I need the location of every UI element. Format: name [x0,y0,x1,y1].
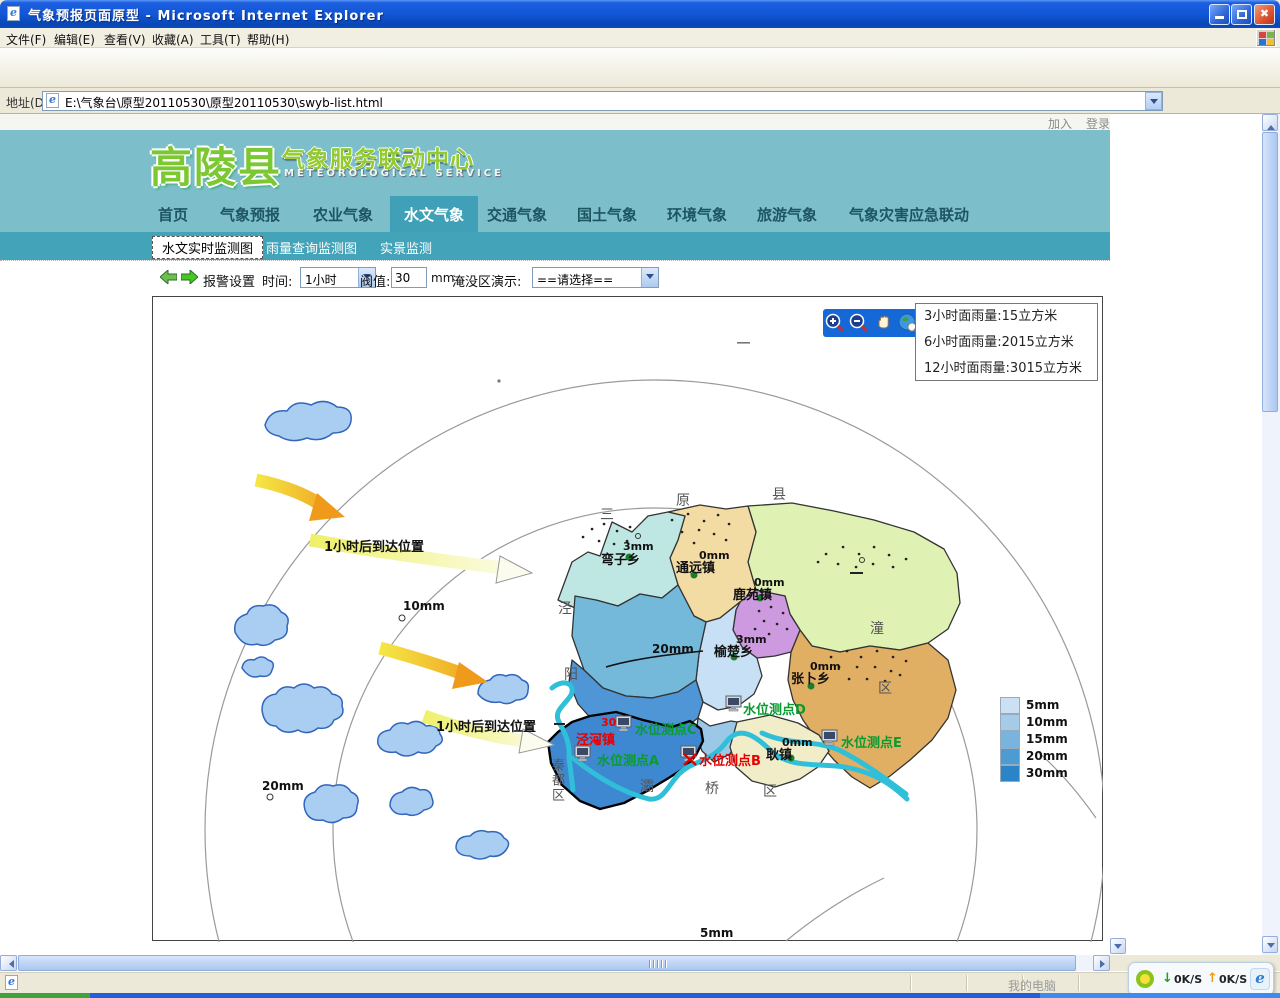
speed-monitor-icon [1136,970,1154,988]
map-zoom-in-icon[interactable] [824,312,846,334]
map-pan-hand-icon[interactable] [873,312,895,334]
subnav-realtime-monitor[interactable]: 水文实时监测图 [152,236,263,259]
ie-toolbar: 后退 搜索 收藏夹 [0,48,1280,88]
maximize-button[interactable] [1231,4,1252,25]
map-toolbar [823,309,920,337]
address-input[interactable]: E:\气象台\原型20110530\原型20110530\swyb-list.h… [42,91,1163,111]
nav-tab-forecast[interactable]: 气象预报 [220,196,280,232]
nav-tab-traffic[interactable]: 交通气象 [487,196,547,232]
page-doc-icon [46,93,59,108]
station-d-label[interactable]: 水位测点D [743,699,806,718]
threshold-label: 阀值: [360,271,390,290]
nav-tab-disaster[interactable]: 气象灾害应急联动 [849,196,969,232]
station-e-label[interactable]: 水位测点E [841,732,902,751]
upload-arrow-icon: ↑ [1207,971,1218,986]
address-dropdown-button[interactable] [1145,92,1162,110]
alarm-controls-row: 报警设置 时间: 1小时 阀值: mm 淹没区演示: ==请选择== [0,260,1110,296]
window-title: 气象预报页面原型 - Microsoft Internet Explorer [28,5,384,24]
alert-town-value: 30 [601,716,616,729]
station-a-label[interactable]: 水位测点A [597,750,659,769]
alert-town-label: 泾河镇 [576,729,615,748]
vertical-scroll-thumb[interactable] [1262,132,1278,412]
menu-favorites[interactable]: 收藏(A) [152,31,194,48]
alarm-settings-label: 报警设置 [203,271,255,290]
logo-subtitle: METEOROLOGICAL SERVICE [284,168,504,179]
nav-tab-environment[interactable]: 环境气象 [667,196,727,232]
menu-help[interactable]: 帮助(H) [247,31,289,48]
station-c-label[interactable]: 水位测点C [635,719,697,738]
menu-tools[interactable]: 工具(T) [200,31,241,48]
status-page-icon [5,975,18,990]
windows-logo-icon [1256,29,1276,47]
scroll-right-button[interactable] [1093,955,1110,971]
nav-tab-tourism[interactable]: 旅游气象 [757,196,817,232]
ie-app-icon [7,6,20,21]
area-rainfall-info-box: 3小时面雨量:15立方米 6小时面雨量:2015立方米 12小时面雨量:3015… [915,303,1098,381]
sub-nav-bar: 水文实时监测图 雨量查询监测图 实景监测 [0,232,1110,260]
download-arrow-icon: ↓ [1162,971,1173,986]
logo-county: 高陵县 [150,134,282,195]
rain-3h: 3小时面雨量:15立方米 [916,304,1097,330]
ie-browser-icon[interactable]: e [1250,968,1270,990]
nav-tab-home[interactable]: 首页 [158,196,188,232]
subnav-rain-query[interactable]: 雨量查询监测图 [266,238,357,257]
browser-client-area: 加入 登录 高陵县 气象服务联动中心 METEOROLOGICAL SERVIC… [0,114,1262,955]
nav-tab-hydrology[interactable]: 水文气象 [390,196,478,232]
time-label: 时间: [262,271,292,290]
network-speed-widget[interactable]: ↓ 0K/S ↑ 0K/S e [1128,962,1274,996]
map-zoom-out-icon[interactable] [848,312,870,334]
upload-speed: 0K/S [1219,973,1247,986]
address-value: E:\气象台\原型20110530\原型20110530\swyb-list.h… [65,94,383,111]
ie-vertical-scrollbar[interactable] [1262,114,1280,955]
scroll-down-button[interactable] [1262,936,1278,953]
prev-arrow-icon[interactable] [160,270,177,284]
menu-bar: 文件(F) 编辑(E) 查看(V) 收藏(A) 工具(T) 帮助(H) [0,28,1280,48]
minimize-button[interactable] [1209,4,1230,25]
rain-12h: 12小时面雨量:3015立方米 [916,356,1097,382]
menu-edit[interactable]: 编辑(E) [54,31,95,48]
content-scroll-down-button[interactable] [1110,938,1126,954]
rain-6h: 6小时面雨量:2015立方米 [916,330,1097,356]
next-arrow-icon[interactable] [181,270,198,284]
flood-demo-select[interactable]: ==请选择== [532,267,659,288]
flood-demo-label: 淹没区演示: [452,271,521,290]
horizontal-scrollbar[interactable] [0,955,1110,971]
download-speed: 0K/S [1174,973,1202,986]
close-button[interactable]: ✖ [1254,4,1275,25]
menu-view[interactable]: 查看(V) [104,31,146,48]
menu-file[interactable]: 文件(F) [6,31,46,48]
site-banner: 高陵县 气象服务联动中心 METEOROLOGICAL SERVICE 首页 气… [0,130,1110,232]
address-bar: 地址(D) E:\气象台\原型20110530\原型20110530\swyb-… [0,88,1280,114]
hydrology-map[interactable] [152,296,1103,942]
security-zone-label: 我的电脑 [1008,977,1056,994]
start-button-edge[interactable] [0,993,90,998]
title-bar: 气象预报页面原型 - Microsoft Internet Explorer ✖ [0,0,1280,28]
scrollbar-corner [1110,955,1126,971]
scroll-up-button[interactable] [1262,114,1278,131]
horizontal-scroll-thumb[interactable] [18,955,1076,971]
system-tray-edge [1040,993,1280,998]
subnav-live-view[interactable]: 实景监测 [380,238,432,257]
web-page: 加入 登录 高陵县 气象服务联动中心 METEOROLOGICAL SERVIC… [0,114,1110,955]
ie-window: 气象预报页面原型 - Microsoft Internet Explorer ✖… [0,0,1280,998]
status-bar: 我的电脑 [0,971,1280,993]
windows-taskbar[interactable] [0,993,1280,998]
nav-tab-land[interactable]: 国土气象 [577,196,637,232]
threshold-unit: mm [431,271,454,285]
station-b-label[interactable]: 水位测点B [699,750,761,769]
threshold-input[interactable] [391,267,427,288]
nav-tab-agriculture[interactable]: 农业气象 [313,196,373,232]
top-strip: 加入 登录 [0,114,1110,130]
scroll-left-button[interactable] [0,955,17,971]
